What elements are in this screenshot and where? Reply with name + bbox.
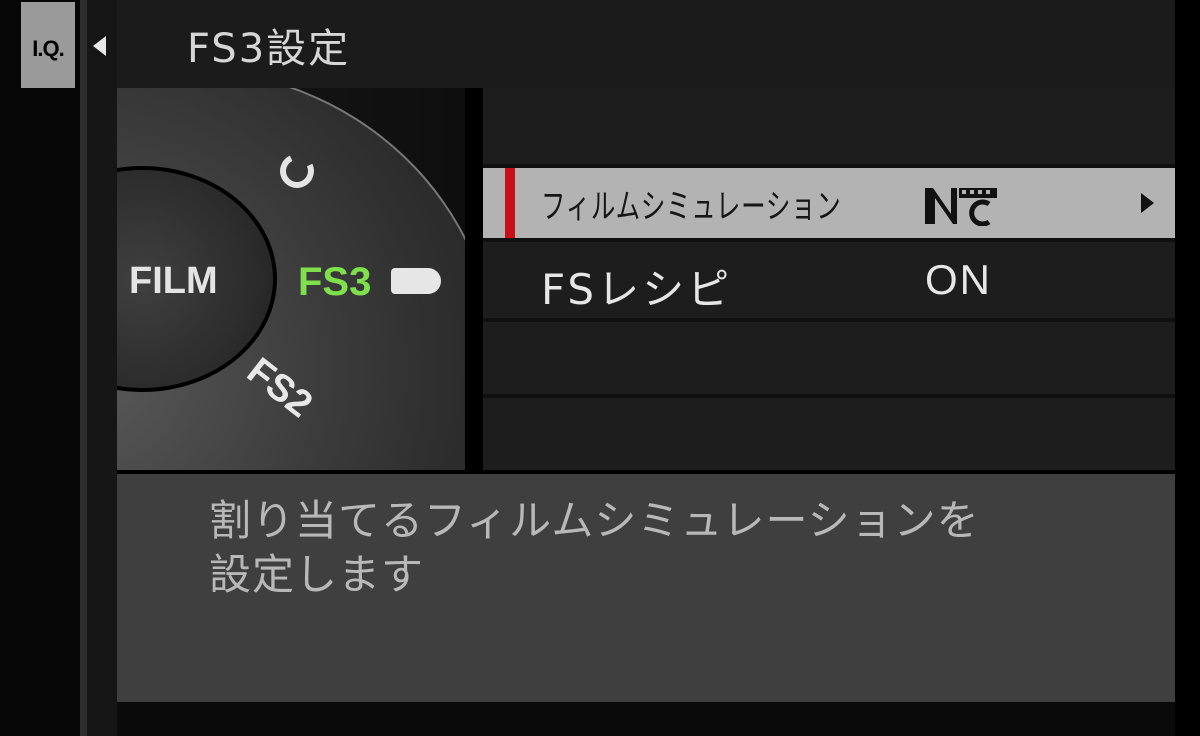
right-edge (1175, 0, 1200, 736)
menu-row-empty (483, 88, 1175, 164)
menu-item-value: ON (925, 256, 992, 303)
help-text-panel: 割り当てるフィルムシミュレーションを 設定します (117, 474, 1175, 702)
bottom-bar (117, 702, 1175, 736)
help-text-line: 割り当てるフィルムシミュレーションを (209, 496, 980, 545)
iq-tab[interactable]: I.Q. (21, 2, 75, 88)
back-strip[interactable] (87, 0, 117, 736)
left-rail (0, 0, 80, 736)
menu-item-film-simulation[interactable]: フィルムシミュレーション (483, 168, 1175, 238)
header: FS3設定 (117, 0, 1175, 88)
menu-item-fs-recipe[interactable]: FSレシピ ON (483, 242, 1175, 318)
dial-pointer-icon (391, 268, 441, 294)
chevron-right-icon (1141, 193, 1154, 213)
menu-item-label: フィルムシミュレーション (541, 187, 842, 227)
mode-dial-panel: FILM FS3 FS2 (117, 88, 465, 470)
menu-row-empty (483, 322, 1175, 394)
menu-row-empty (483, 398, 1175, 470)
page-title: FS3設定 (187, 26, 351, 72)
help-text: 割り当てるフィルムシミュレーションを 設定します (209, 494, 1129, 602)
dial-position-fs3: FS3 (298, 260, 372, 304)
dial-position-film: FILM (129, 260, 218, 302)
menu-item-label: FSレシピ (541, 265, 733, 314)
selection-indicator (505, 168, 515, 238)
back-arrow-icon[interactable] (93, 36, 106, 56)
rail-divider (80, 0, 87, 736)
classic-neg-film-icon (925, 188, 997, 226)
help-text-line: 設定します (209, 550, 425, 599)
settings-menu: フィルムシミュレーション FSレシピ ON (483, 88, 1175, 470)
